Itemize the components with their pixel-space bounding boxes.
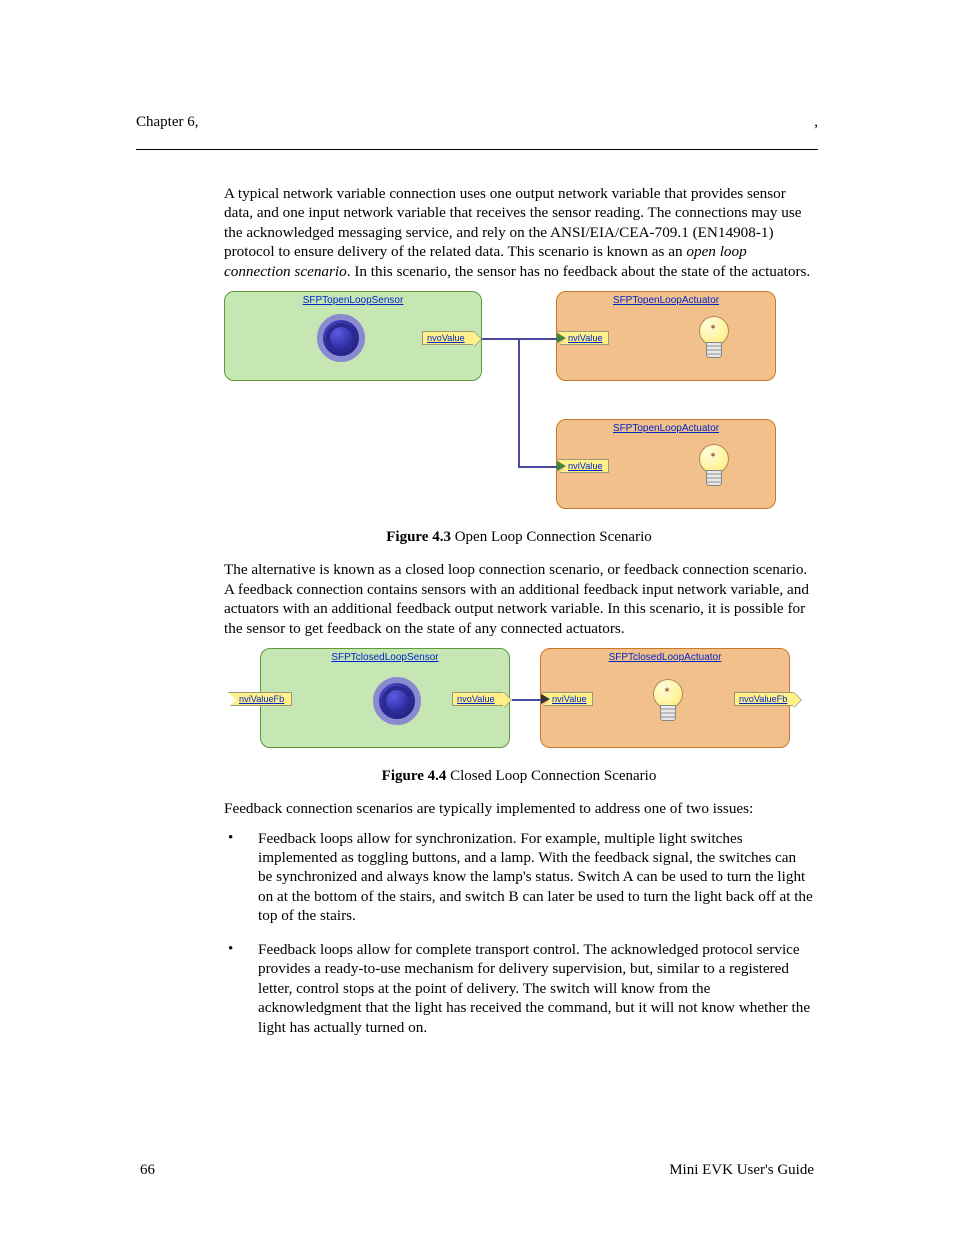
figure-4-4: SFPTclosedLoopSensor SFPTclosedLoopActua… — [224, 648, 814, 785]
actuator-title-2: SFPTopenLoopActuator — [557, 420, 775, 434]
nvi-valuefb-sensor-pin: nviValueFb — [228, 692, 292, 706]
bulb-icon: ✶ — [697, 444, 729, 488]
actuator-title-1: SFPTopenLoopActuator — [557, 292, 775, 306]
figure-4-4-caption: Figure 4.4 Closed Loop Connection Scenar… — [224, 768, 814, 785]
nvo-value-pin: nvoValue — [452, 692, 504, 706]
arrow-icon — [541, 694, 550, 704]
figure-4-3-caption: Figure 4.3 Open Loop Connection Scenario — [224, 529, 814, 546]
chapter-label: Chapter 6, — [136, 114, 198, 131]
paragraph-open-loop: A typical network variable connection us… — [224, 184, 814, 281]
closed-actuator-title: SFPTclosedLoopActuator — [541, 649, 789, 663]
nvo-valuefb-pin: nvoValueFb — [734, 692, 794, 706]
guide-title: Mini EVK User's Guide — [669, 1162, 814, 1179]
arrow-icon — [557, 461, 566, 471]
sensor-icon — [373, 677, 421, 725]
bullet-1: • Feedback loops allow for synchronizati… — [224, 829, 814, 926]
para1-b: . In this scenario, the sensor has no fe… — [347, 263, 811, 280]
bullet-icon: • — [224, 940, 258, 1037]
bulb-icon: ✶ — [697, 316, 729, 360]
bullet-icon: • — [224, 829, 258, 926]
wire — [518, 466, 557, 468]
paragraph-issues-intro: Feedback connection scenarios are typica… — [224, 799, 814, 818]
nvo-value-pin: nvoValue — [422, 331, 474, 345]
bullet-2: • Feedback loops allow for complete tran… — [224, 940, 814, 1037]
sensor-icon — [317, 314, 365, 362]
sensor-title: SFPTopenLoopSensor — [225, 292, 481, 306]
closed-sensor-title: SFPTclosedLoopSensor — [261, 649, 509, 663]
wire — [518, 338, 520, 466]
wire — [512, 699, 541, 701]
arrow-icon — [557, 333, 566, 343]
figure-4-3: SFPTopenLoopSensor nvoValue SFPTopenLoop… — [224, 291, 814, 546]
paragraph-closed-loop: The alternative is known as a closed loo… — [224, 560, 814, 638]
header-right: , — [814, 114, 818, 131]
page-number: 66 — [140, 1162, 155, 1179]
bulb-icon: ✶ — [651, 679, 683, 723]
